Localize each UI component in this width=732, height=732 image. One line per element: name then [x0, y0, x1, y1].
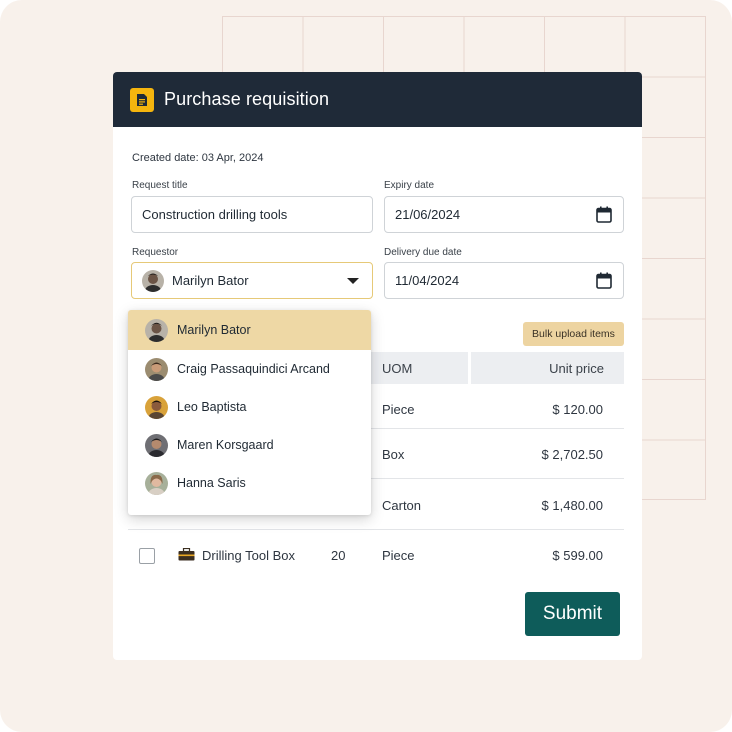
- requestor-select[interactable]: Marilyn Bator: [131, 262, 373, 299]
- row-2-price: $ 2,702.50: [541, 447, 603, 462]
- avatar: [145, 471, 168, 495]
- bulk-upload-button[interactable]: Bulk upload items: [523, 322, 624, 346]
- document-icon: [130, 87, 154, 112]
- calendar-icon[interactable]: [596, 206, 612, 226]
- dropdown-option-leo-baptista[interactable]: Leo Baptista: [128, 388, 371, 426]
- row-4-qty: 20: [331, 548, 346, 563]
- avatar: [145, 433, 168, 457]
- row-3-uom: Carton: [382, 498, 422, 513]
- row-4-item: Drilling Tool Box: [202, 548, 295, 563]
- requestor-label: Requestor: [132, 247, 179, 258]
- request-title-value: Construction drilling tools: [142, 207, 288, 222]
- row-1-uom: Piece: [382, 402, 415, 417]
- dropdown-option-label: Leo Baptista: [177, 400, 247, 414]
- avatar: [142, 269, 164, 292]
- row-3-price: $ 1,480.00: [541, 498, 603, 513]
- row-1-price: $ 120.00: [552, 402, 603, 417]
- row-divider: [371, 478, 624, 479]
- dropdown-option-label: Maren Korsgaard: [177, 438, 274, 452]
- dropdown-option-craig-passaquindici-arcand[interactable]: Craig Passaquindici Arcand: [128, 350, 371, 388]
- delivery-due-date-input[interactable]: 11/04/2024: [384, 262, 624, 299]
- calendar-icon[interactable]: [596, 272, 612, 292]
- expiry-date-value: 21/06/2024: [395, 207, 461, 222]
- page-title: Purchase requisition: [164, 89, 330, 109]
- avatar: [145, 318, 168, 342]
- dropdown-option-hanna-saris[interactable]: Hanna Saris: [128, 464, 371, 502]
- submit-button[interactable]: Submit: [525, 592, 620, 636]
- page-background: Purchase requisition Created date: 03 Ap…: [0, 0, 732, 732]
- column-header-uom: UOM: [371, 352, 468, 384]
- chevron-down-icon[interactable]: [347, 278, 359, 284]
- expiry-date-input[interactable]: 21/06/2024: [384, 196, 624, 233]
- request-title-input[interactable]: Construction drilling tools: [131, 196, 373, 233]
- column-header-uom-label: UOM: [382, 360, 413, 376]
- column-header-unit-price: Unit price: [471, 352, 624, 384]
- row-divider: [128, 529, 624, 530]
- row-divider: [371, 428, 624, 429]
- avatar: [145, 395, 168, 419]
- dropdown-option-label: Marilyn Bator: [177, 323, 251, 337]
- requestor-dropdown: Marilyn Bator Craig Passaquindici Arcand…: [128, 310, 371, 515]
- dropdown-option-marilyn-bator[interactable]: Marilyn Bator: [128, 310, 371, 350]
- row-4-checkbox[interactable]: [139, 548, 155, 564]
- created-date: Created date: 03 Apr, 2024: [132, 152, 264, 164]
- delivery-due-date-label: Delivery due date: [384, 247, 462, 258]
- expiry-date-label: Expiry date: [384, 180, 435, 191]
- toolbox-icon: [178, 547, 195, 564]
- row-4-price: $ 599.00: [552, 548, 603, 563]
- dropdown-option-label: Craig Passaquindici Arcand: [177, 362, 330, 376]
- requestor-value: Marilyn Bator: [172, 273, 249, 288]
- delivery-due-date-value: 11/04/2024: [395, 273, 460, 288]
- request-title-label: Request title: [132, 180, 188, 191]
- row-4-uom: Piece: [382, 548, 415, 563]
- column-header-unit-price-label: Unit price: [549, 360, 604, 376]
- card-header: Purchase requisition: [113, 72, 642, 127]
- row-2-uom: Box: [382, 447, 405, 462]
- dropdown-option-label: Hanna Saris: [177, 476, 246, 490]
- dropdown-option-maren-korsgaard[interactable]: Maren Korsgaard: [128, 426, 371, 464]
- avatar: [145, 357, 168, 381]
